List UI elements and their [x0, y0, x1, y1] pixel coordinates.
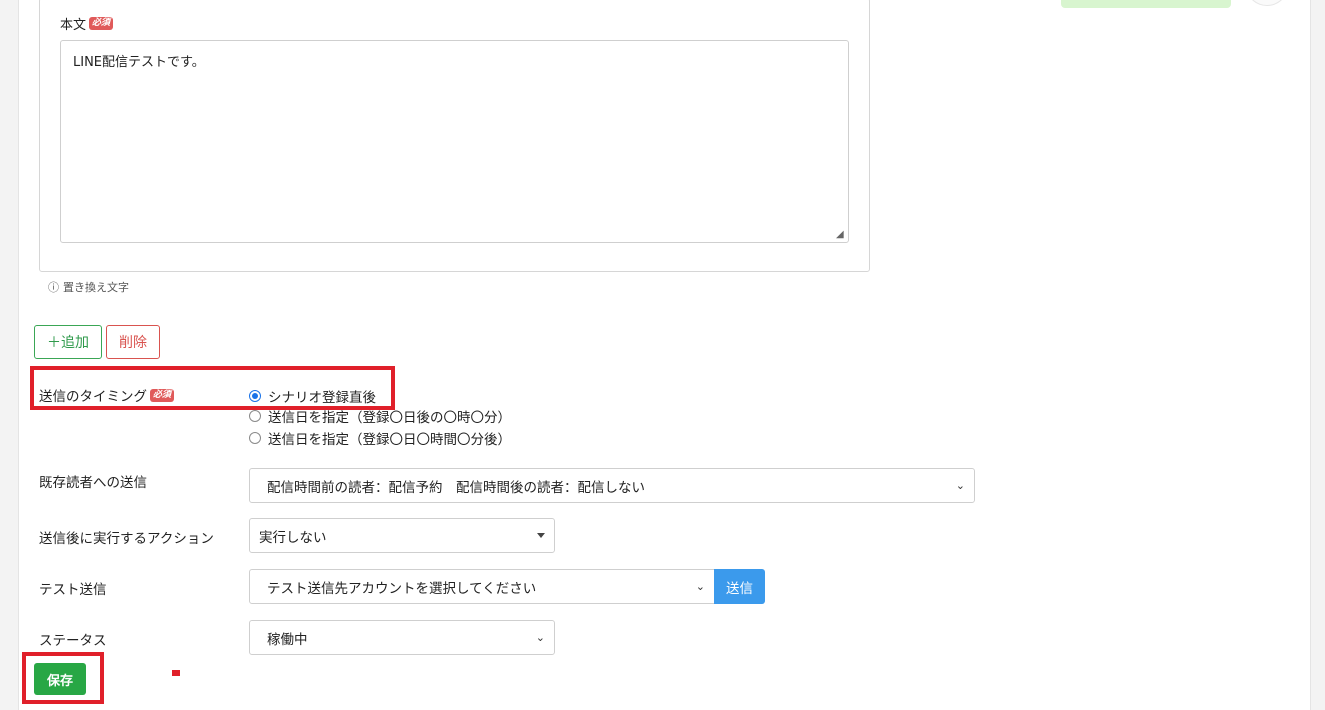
post-action-label: 送信後に実行するアクション	[39, 531, 214, 547]
annotation-dot	[172, 670, 180, 676]
delete-button[interactable]: 削除	[106, 325, 160, 359]
test-send-placeholder: テスト送信先アカウントを選択してください	[267, 580, 537, 597]
timing-option-label: 送信日を指定（登録〇日〇時間〇分後）	[268, 432, 511, 448]
substitution-hint[interactable]: ⓘ 置き換え文字	[48, 279, 129, 295]
chevron-down-icon: ⌄	[535, 631, 545, 644]
resize-handle-icon[interactable]: ◢	[836, 230, 846, 240]
chevron-down-icon: ⌄	[955, 479, 965, 492]
post-action-select[interactable]: 実行しない	[249, 518, 555, 553]
status-pill	[1061, 0, 1231, 8]
body-textarea-value: LINE配信テストです。	[73, 55, 205, 70]
caret-down-icon	[537, 533, 545, 538]
existing-readers-select[interactable]: 配信時間前の読者：配信予約 配信時間後の読者：配信しない ⌄	[249, 468, 975, 503]
chevron-down-icon: ⌄	[695, 580, 705, 593]
add-button[interactable]: ＋追加	[34, 325, 102, 359]
test-send-label: テスト送信	[39, 582, 107, 598]
post-action-value: 実行しない	[259, 529, 327, 546]
info-icon: ⓘ	[48, 281, 59, 294]
test-send-account-select[interactable]: テスト送信先アカウントを選択してください ⌄	[249, 569, 715, 604]
highlight-frame-timing	[30, 366, 395, 410]
status-value: 稼働中	[267, 631, 308, 648]
hint-text: 置き換え文字	[63, 281, 129, 294]
radio-icon[interactable]	[249, 410, 261, 422]
status-select[interactable]: 稼働中 ⌄	[249, 620, 555, 655]
body-label: 本文 必須	[60, 14, 114, 33]
highlight-frame-save	[22, 652, 104, 704]
body-label-text: 本文	[60, 18, 87, 33]
existing-readers-label: 既存読者への送信	[39, 475, 147, 491]
status-label: ステータス	[39, 633, 107, 649]
timing-option-duration[interactable]: 送信日を指定（登録〇日〇時間〇分後）	[249, 428, 511, 448]
existing-readers-value: 配信時間前の読者：配信予約 配信時間後の読者：配信しない	[267, 479, 645, 496]
body-textarea[interactable]: LINE配信テストです。 ◢	[60, 40, 849, 243]
required-badge: 必須	[89, 17, 114, 30]
radio-icon[interactable]	[249, 432, 261, 444]
test-send-button[interactable]: 送信	[714, 569, 765, 604]
